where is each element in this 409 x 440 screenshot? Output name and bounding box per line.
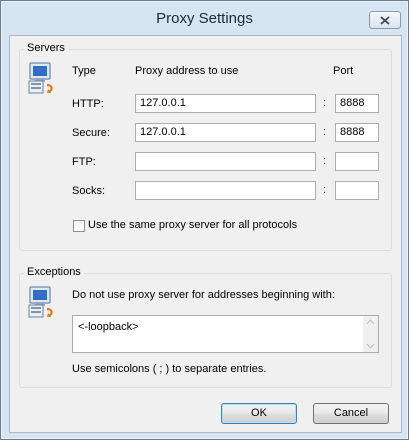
exceptions-value: <-loopback>	[78, 321, 139, 333]
exceptions-description: Do not use proxy server for addresses be…	[72, 289, 335, 301]
exceptions-textarea[interactable]: <-loopback>	[72, 315, 379, 353]
ok-button[interactable]: OK	[221, 403, 297, 424]
same-proxy-checkbox[interactable]	[73, 220, 85, 232]
http-port-input[interactable]: 8888	[335, 94, 379, 113]
network-computer-icon	[28, 286, 53, 318]
ftp-label: FTP:	[72, 156, 96, 168]
socks-label: Socks:	[72, 185, 106, 197]
scroll-down-icon[interactable]	[366, 343, 375, 349]
dialog-body: Servers Type Proxy address to use Port H…	[9, 35, 402, 433]
close-icon	[380, 15, 390, 25]
textarea-scrollbar[interactable]	[363, 316, 378, 352]
secure-colon: :	[323, 126, 327, 138]
proxy-settings-dialog: Proxy Settings Servers Type Proxy addres…	[0, 0, 409, 440]
ftp-colon: :	[323, 155, 327, 167]
servers-group-label: Servers	[24, 42, 68, 54]
secure-address-input[interactable]: 127.0.0.1	[135, 123, 316, 142]
servers-group: Servers Type Proxy address to use Port H…	[19, 42, 392, 251]
scroll-up-icon[interactable]	[366, 319, 375, 325]
port-column-header: Port	[333, 65, 354, 77]
socks-port-input[interactable]	[335, 181, 379, 200]
cancel-button[interactable]: Cancel	[313, 403, 389, 424]
dialog-title: Proxy Settings	[156, 10, 253, 27]
socks-colon: :	[323, 184, 327, 196]
exceptions-group: Exceptions Do not use proxy server for a…	[19, 266, 392, 388]
http-address-input[interactable]: 127.0.0.1	[135, 94, 316, 113]
close-button[interactable]	[369, 11, 401, 29]
ftp-address-input[interactable]	[135, 152, 316, 171]
type-column-header: Type	[72, 65, 96, 77]
socks-address-input[interactable]	[135, 181, 316, 200]
network-computer-icon	[28, 62, 53, 94]
ftp-port-input[interactable]	[335, 152, 379, 171]
exceptions-hint: Use semicolons ( ; ) to separate entries…	[72, 363, 267, 375]
exceptions-group-label: Exceptions	[24, 266, 84, 278]
address-column-header: Proxy address to use	[135, 65, 239, 77]
http-colon: :	[323, 97, 327, 109]
http-label: HTTP:	[72, 98, 104, 110]
title-bar[interactable]: Proxy Settings	[1, 1, 408, 35]
same-proxy-label[interactable]: Use the same proxy server for all protoc…	[88, 219, 297, 231]
secure-label: Secure:	[72, 127, 110, 139]
secure-port-input[interactable]: 8888	[335, 123, 379, 142]
